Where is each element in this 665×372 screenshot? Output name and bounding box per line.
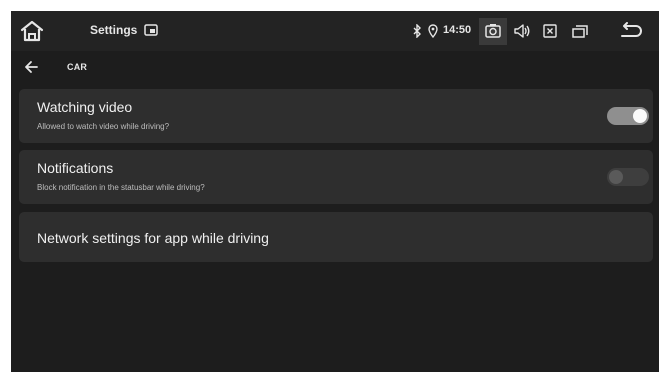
status-bar: Settings 14:50	[11, 11, 659, 51]
toggle-knob	[633, 109, 647, 123]
page-title: CAR	[67, 62, 88, 72]
setting-subtitle: Allowed to watch video while driving?	[37, 122, 170, 131]
app-window-icon	[144, 24, 158, 36]
toggle-knob	[609, 170, 623, 184]
bluetooth-icon	[413, 24, 421, 38]
screen: Settings 14:50 CAR Watching video Allowe…	[11, 11, 659, 372]
volume-icon[interactable]	[513, 23, 531, 39]
back-return-icon[interactable]	[619, 22, 643, 40]
setting-title: Watching video	[37, 99, 133, 115]
window-icon[interactable]	[571, 23, 589, 39]
close-box-icon[interactable]	[543, 24, 557, 38]
setting-watching-video[interactable]: Watching video Allowed to watch video wh…	[19, 89, 653, 143]
statusbar-title: Settings	[90, 23, 138, 37]
screenshot-icon[interactable]	[485, 23, 501, 39]
setting-title: Notifications	[37, 160, 114, 176]
setting-network-while-driving[interactable]: Network settings for app while driving	[19, 212, 653, 262]
watching-video-toggle[interactable]	[607, 107, 649, 125]
location-icon	[428, 24, 438, 38]
setting-subtitle: Block notification in the statusbar whil…	[37, 183, 205, 192]
home-icon[interactable]	[19, 19, 45, 43]
setting-notifications[interactable]: Notifications Block notification in the …	[19, 150, 653, 204]
setting-title: Network settings for app while driving	[37, 230, 269, 246]
notifications-toggle[interactable]	[607, 168, 649, 186]
left-arrow-icon[interactable]	[23, 59, 39, 75]
page-header: CAR	[11, 51, 659, 83]
clock-time: 14:50	[443, 24, 472, 36]
